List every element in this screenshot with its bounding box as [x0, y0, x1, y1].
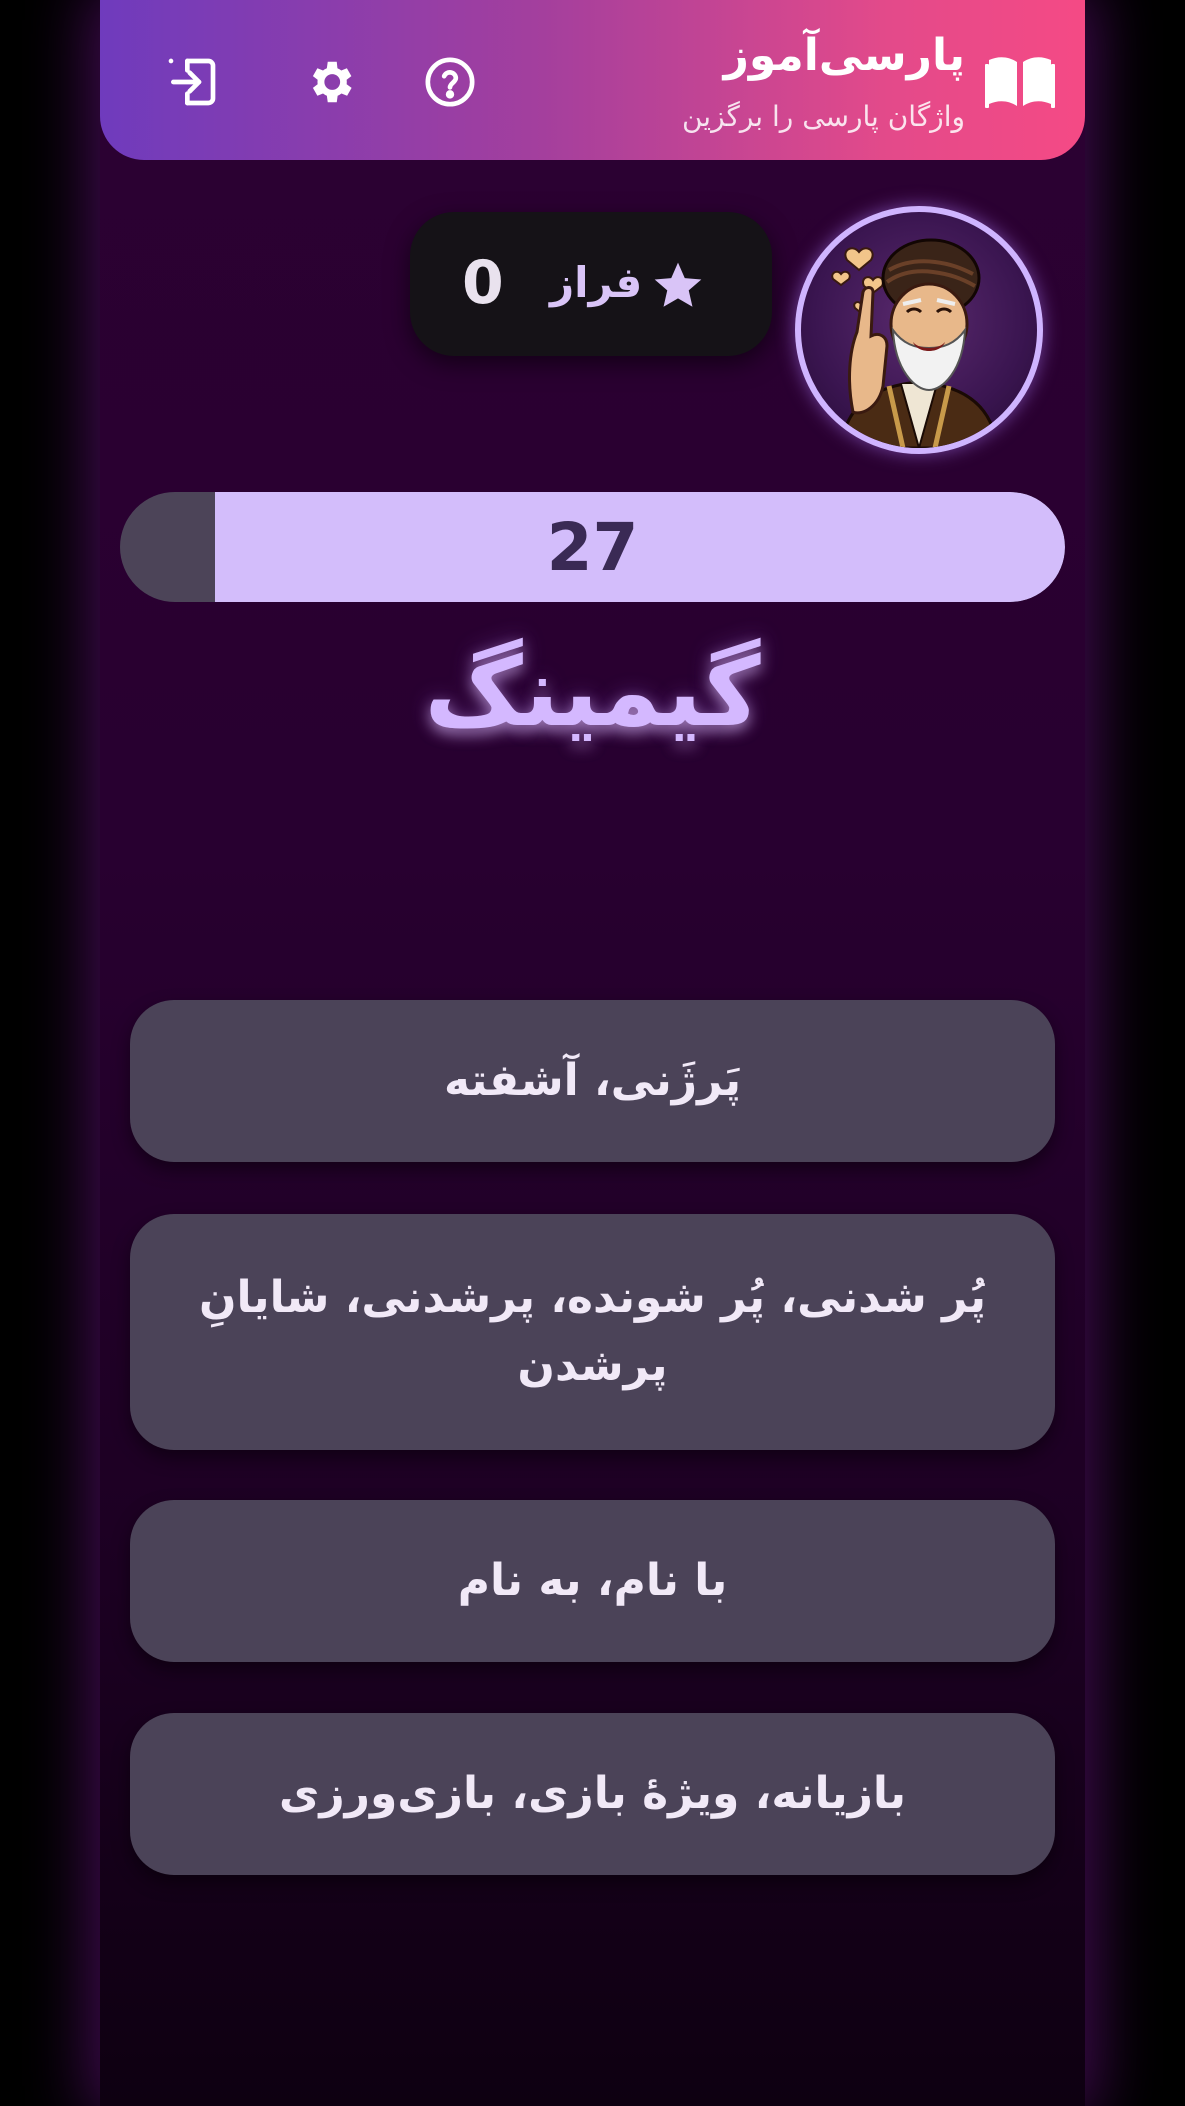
screen: پارسی‌آموز واژگان پارسی را برگزین 0 فراز — [0, 0, 1185, 2106]
help-icon[interactable] — [420, 52, 480, 112]
answer-option-3[interactable]: با نام، به نام — [130, 1500, 1055, 1662]
settings-icon[interactable] — [300, 52, 360, 112]
app-subtitle: واژگان پارسی را برگزین — [681, 100, 965, 133]
star-icon — [650, 258, 706, 314]
answer-option-4[interactable]: بازیانه، ویژۀ بازی، بازی‌ورزی — [130, 1713, 1055, 1875]
timer-value: 27 — [546, 508, 639, 586]
app-header: پارسی‌آموز واژگان پارسی را برگزین — [100, 0, 1085, 160]
question-word: گیمینگ — [424, 636, 761, 748]
book-icon — [985, 52, 1055, 108]
score-value: 0 — [462, 248, 504, 318]
player-name: فراز — [550, 258, 643, 307]
app-title: پارسی‌آموز — [723, 30, 965, 81]
score-badge: 0 فراز — [410, 212, 772, 356]
app-container: پارسی‌آموز واژگان پارسی را برگزین 0 فراز — [100, 0, 1085, 2106]
answer-option-1[interactable]: پَرژَنی، آشفته — [130, 1000, 1055, 1162]
exit-icon[interactable] — [162, 52, 222, 112]
countdown-timer: 27 — [120, 492, 1065, 602]
avatar[interactable] — [795, 206, 1043, 454]
answer-option-2[interactable]: پُر شدنی، پُر شونده، پرشدنی، شایانِ پرشد… — [130, 1214, 1055, 1450]
